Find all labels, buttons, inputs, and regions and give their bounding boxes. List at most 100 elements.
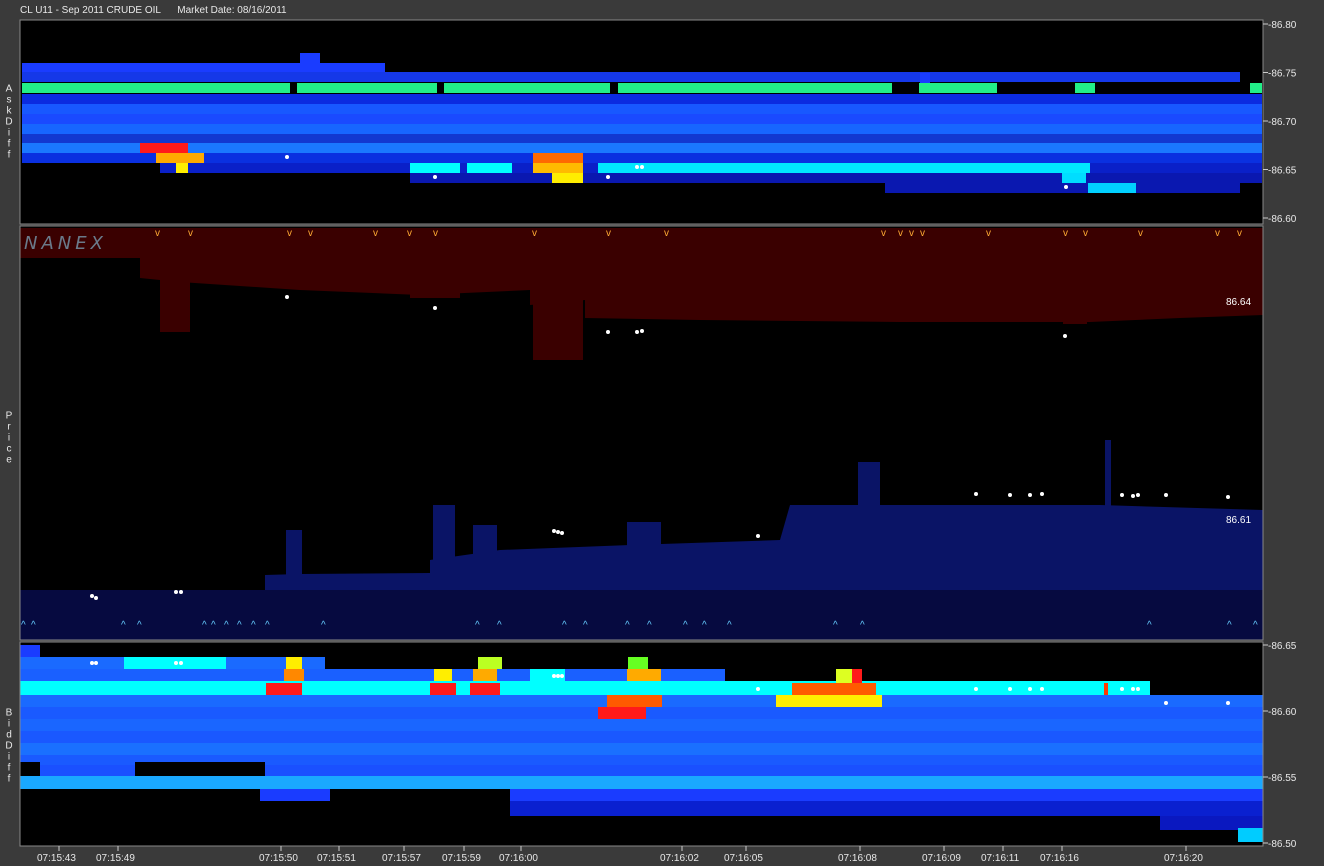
bid-marker: ^ <box>647 620 652 631</box>
ask-marker: v <box>407 228 412 239</box>
ask-marker: v <box>373 228 378 239</box>
ask-spike <box>160 278 190 332</box>
trade-dot <box>285 295 289 299</box>
ask-hot-cell <box>598 163 1090 173</box>
bid-level-row <box>20 645 40 657</box>
ask-hot-cell <box>533 163 583 173</box>
ask-marker: v <box>1138 228 1143 239</box>
biddiff-axis-label: i <box>8 752 10 763</box>
bid-ytick-label: -86.65 <box>1268 641 1297 652</box>
trade-dot <box>552 529 556 533</box>
ask-hot-cell <box>1062 173 1086 183</box>
bid-level-row <box>20 743 1263 755</box>
xtick-label: 07:15:50 <box>259 853 298 864</box>
trade-dot <box>560 531 564 535</box>
xtick-label: 07:16:16 <box>1040 853 1079 864</box>
trade-dot <box>1164 493 1168 497</box>
xtick-label: 07:15:51 <box>317 853 356 864</box>
bid-spike <box>286 530 302 590</box>
bid-trade-dot <box>1226 701 1230 705</box>
askdiff-axis-label: f <box>8 150 11 161</box>
price-axis-label: i <box>8 433 10 444</box>
ask-trade-dot <box>285 155 289 159</box>
bid-marker: ^ <box>237 620 242 631</box>
xtick-label: 07:16:11 <box>981 853 1020 864</box>
askdiff-axis-label: D <box>5 117 12 128</box>
ask-best-segment <box>1075 83 1095 93</box>
trade-dot <box>556 530 560 534</box>
ask-hot-cell <box>156 153 204 163</box>
bid-level-row <box>1160 816 1263 830</box>
ask-marker: v <box>1237 228 1242 239</box>
bid-marker: ^ <box>833 620 838 631</box>
biddiff-axis-label: d <box>6 730 12 741</box>
bid-hot-cell <box>598 707 646 719</box>
bid-trade-dot <box>94 661 98 665</box>
bid-level-row <box>20 719 1263 731</box>
ask-marker: v <box>664 228 669 239</box>
ask-marker: v <box>532 228 537 239</box>
bid-marker: ^ <box>251 620 256 631</box>
askdiff-axis-label: i <box>8 128 10 139</box>
ask-best-segment <box>297 83 437 93</box>
ask-level-row <box>410 173 1262 183</box>
ask-marker: v <box>881 228 886 239</box>
xtick-label: 07:16:02 <box>660 853 699 864</box>
ask-level-row <box>22 63 385 72</box>
xtick-label: 07:16:05 <box>724 853 763 864</box>
trade-dot <box>94 596 98 600</box>
ask-hot-cell <box>176 163 188 173</box>
bid-level-row <box>20 776 1263 789</box>
ask-hot-cell <box>552 173 583 183</box>
bid-marker: ^ <box>683 620 688 631</box>
bid-hot-cell <box>530 669 565 681</box>
ask-spike <box>1063 300 1087 324</box>
ask-level-cell <box>920 73 930 83</box>
askdiff-axis-label: A <box>6 84 13 95</box>
bid-ytick-label: -86.55 <box>1268 773 1297 784</box>
biddiff-axis-label: i <box>8 719 10 730</box>
ask-marker: v <box>287 228 292 239</box>
bid-trade-dot <box>179 661 183 665</box>
askdiff-axis-label: f <box>8 139 11 150</box>
ask-level-row <box>22 134 1262 144</box>
bid-spike <box>473 525 497 575</box>
trade-dot <box>1136 493 1140 497</box>
askdiff-axis-label: s <box>7 95 12 106</box>
ask-marker: v <box>308 228 313 239</box>
ask-level-row <box>22 143 1262 153</box>
bid-hot-cell <box>470 683 500 695</box>
bid-trade-dot <box>90 661 94 665</box>
ask-marker: v <box>920 228 925 239</box>
bid-hot-cell <box>286 657 302 669</box>
ask-trade-dot <box>433 175 437 179</box>
trade-dot <box>606 330 610 334</box>
bid-marker: ^ <box>211 620 216 631</box>
bid-hot-cell <box>284 669 304 681</box>
bid-marker: ^ <box>137 620 142 631</box>
trade-dot <box>640 329 644 333</box>
price-label-bid: 86.61 <box>1226 515 1251 526</box>
ask-hot-cell <box>467 163 512 173</box>
bid-gap <box>330 789 510 801</box>
bid-gap <box>230 762 260 776</box>
trade-dot <box>174 590 178 594</box>
bid-marker: ^ <box>202 620 207 631</box>
bid-trade-dot <box>556 674 560 678</box>
bid-marker: ^ <box>727 620 732 631</box>
biddiff-axis-label: f <box>8 763 11 774</box>
bid-hot-cell <box>792 683 876 695</box>
ask-marker: v <box>909 228 914 239</box>
ask-hot-cell <box>533 153 583 163</box>
bid-hot-cell <box>776 695 882 707</box>
price-axis-label: c <box>7 444 12 455</box>
bid-hot-cell <box>266 683 302 695</box>
bid-hot-cell <box>1104 683 1108 695</box>
bid-hot-cell <box>836 669 854 683</box>
bid-trade-dot <box>1136 687 1140 691</box>
nanex-watermark: NANEX <box>24 233 107 254</box>
bid-hot-cell <box>627 669 661 681</box>
xtick-label: 07:16:09 <box>922 853 961 864</box>
askdiff-heatmap <box>22 53 1262 193</box>
trade-dot <box>635 330 639 334</box>
